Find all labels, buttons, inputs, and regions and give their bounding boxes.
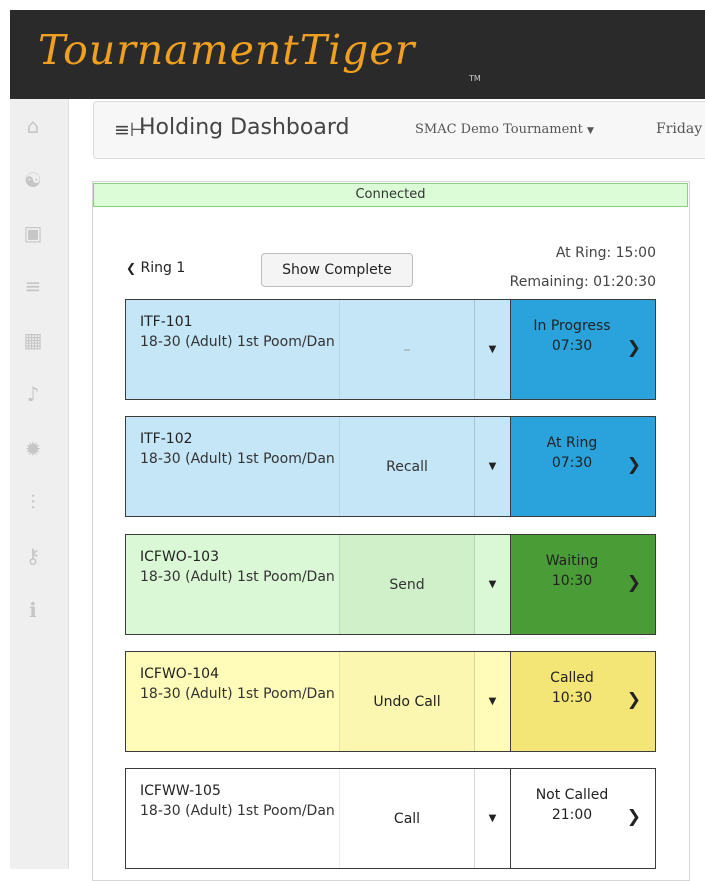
- match-time: 07:30: [551, 455, 593, 471]
- match-division: 18-30 (Adult) 1st Poom/Dan: [140, 686, 335, 702]
- match-info: ICFWW-105 18-30 (Adult) 1st Poom/Dan: [126, 769, 339, 868]
- at-ring-time: At Ring: 15:00: [555, 245, 656, 261]
- brand-banner: TournamentTiger TM: [10, 10, 705, 99]
- match-status: Waiting: [545, 553, 599, 569]
- match-status: At Ring: [546, 435, 598, 451]
- match-id: ITF-102: [140, 431, 193, 447]
- match-status-button[interactable]: Waiting 10:30 ❯: [511, 535, 655, 634]
- holding-icon[interactable]: ≡: [10, 270, 56, 302]
- top-bar: TournamentTiger TM: [0, 0, 705, 99]
- match-status: Called: [550, 670, 594, 686]
- match-info: ICFWO-104 18-30 (Adult) 1st Poom/Dan: [126, 652, 339, 751]
- caret-down-icon: ▼: [587, 126, 594, 136]
- connection-status: Connected: [93, 183, 688, 207]
- match-division: 18-30 (Adult) 1st Poom/Dan: [140, 803, 335, 819]
- caret-down-icon: ▼: [488, 461, 497, 472]
- chevron-right-icon: ❯: [626, 455, 641, 475]
- chevron-left-icon: ❮: [126, 261, 137, 275]
- match-action-button[interactable]: Send: [339, 535, 474, 634]
- match-info: ICFWO-103 18-30 (Adult) 1st Poom/Dan: [126, 535, 339, 634]
- match-id: ICFWO-103: [140, 549, 219, 565]
- match-action-dropdown[interactable]: ▼: [474, 652, 511, 751]
- caret-down-icon: ▼: [488, 344, 497, 355]
- match-action-dropdown[interactable]: ▼: [474, 769, 511, 868]
- match-division: 18-30 (Adult) 1st Poom/Dan: [140, 451, 335, 467]
- match-action-dropdown[interactable]: ▼: [474, 300, 511, 399]
- match-row: ICFWO-103 18-30 (Adult) 1st Poom/Dan Sen…: [125, 534, 656, 635]
- match-action-button[interactable]: Undo Call: [339, 652, 474, 751]
- match-status-button[interactable]: In Progress 07:30 ❯: [511, 300, 655, 399]
- match-row: ITF-101 18-30 (Adult) 1st Poom/Dan – ▼ I…: [125, 299, 656, 400]
- chevron-right-icon: ❯: [626, 807, 641, 827]
- match-status-button[interactable]: Called 10:30 ❯: [511, 652, 655, 751]
- home-icon[interactable]: ⌂: [10, 110, 56, 142]
- match-division: 18-30 (Adult) 1st Poom/Dan: [140, 569, 335, 585]
- match-info: ITF-102 18-30 (Adult) 1st Poom/Dan: [126, 417, 339, 516]
- match-id: ITF-101: [140, 314, 193, 330]
- match-action-button[interactable]: Call: [339, 769, 474, 868]
- page-title: Holding Dashboard: [139, 115, 350, 140]
- match-status-button[interactable]: At Ring 07:30 ❯: [511, 417, 655, 516]
- match-status-button[interactable]: Not Called 21:00 ❯: [511, 769, 655, 868]
- yin-yang-icon[interactable]: ☯: [10, 164, 56, 196]
- tournament-name: SMAC Demo Tournament: [415, 122, 583, 137]
- caret-down-icon: ▼: [488, 813, 497, 824]
- match-row: ITF-102 18-30 (Adult) 1st Poom/Dan Recal…: [125, 416, 656, 517]
- chevron-right-icon: ❯: [626, 690, 641, 710]
- chevron-right-icon: ❯: [626, 338, 641, 358]
- match-row: ICFWO-104 18-30 (Adult) 1st Poom/Dan Und…: [125, 651, 656, 752]
- match-action-dropdown[interactable]: ▼: [474, 417, 511, 516]
- brand-trademark: TM: [469, 74, 481, 83]
- match-info: ITF-101 18-30 (Adult) 1st Poom/Dan: [126, 300, 339, 399]
- brand-logo[interactable]: TournamentTiger: [38, 26, 415, 74]
- ring-back-link[interactable]: ❮ Ring 1: [126, 260, 185, 276]
- sidebar: ⌂ ☯ ▣ ≡ ▦ ♪ ✹ ⫶ ⚷ ℹ: [10, 99, 69, 869]
- page-header: ≡⊢ Holding Dashboard SMAC Demo Tournamen…: [93, 101, 705, 159]
- match-division: 18-30 (Adult) 1st Poom/Dan: [140, 334, 335, 350]
- match-id: ICFWW-105: [140, 783, 221, 799]
- match-status: Not Called: [535, 787, 609, 803]
- match-time: 10:30: [551, 573, 593, 589]
- match-action-button[interactable]: Recall: [339, 417, 474, 516]
- show-complete-button[interactable]: Show Complete: [261, 253, 413, 287]
- info-icon[interactable]: ℹ: [10, 594, 56, 626]
- music-note-icon[interactable]: ♪: [10, 378, 56, 410]
- gear-icon[interactable]: ✹: [10, 433, 56, 465]
- sliders-icon[interactable]: ⫶: [10, 486, 56, 518]
- match-time: 07:30: [551, 338, 593, 354]
- caret-down-icon: ▼: [488, 579, 497, 590]
- match-action-button[interactable]: –: [339, 300, 474, 399]
- id-card-icon[interactable]: ▣: [10, 217, 56, 249]
- match-action-dropdown[interactable]: ▼: [474, 535, 511, 634]
- match-row: ICFWW-105 18-30 (Adult) 1st Poom/Dan Cal…: [125, 768, 656, 869]
- table-icon[interactable]: ▦: [10, 324, 56, 356]
- match-time: 10:30: [551, 690, 593, 706]
- key-icon[interactable]: ⚷: [10, 540, 56, 572]
- match-id: ICFWO-104: [140, 666, 219, 682]
- chevron-right-icon: ❯: [626, 573, 641, 593]
- match-time: 21:00: [551, 807, 593, 823]
- day-selector[interactable]: Friday: [656, 121, 702, 137]
- remaining-time: Remaining: 01:20:30: [509, 274, 656, 290]
- caret-down-icon: ▼: [488, 696, 497, 707]
- tournament-dropdown[interactable]: SMAC Demo Tournament ▼: [415, 122, 594, 137]
- match-status: In Progress: [533, 318, 611, 334]
- ring-label: Ring 1: [140, 260, 186, 276]
